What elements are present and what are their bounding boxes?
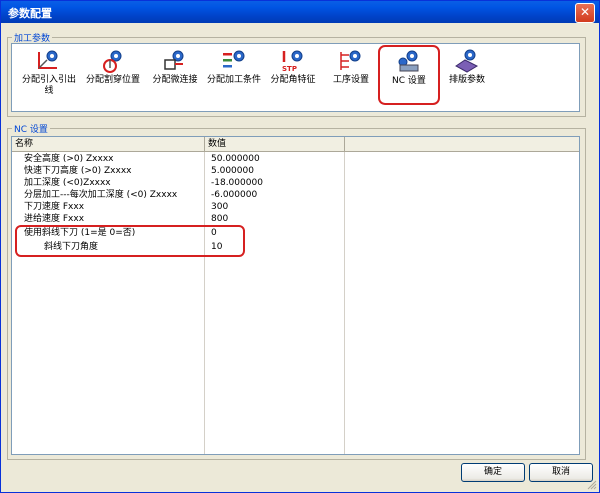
- tool-micro-joint[interactable]: 分配微连接: [146, 46, 204, 106]
- param-value[interactable]: 50.000000: [205, 153, 345, 165]
- table-row[interactable]: 加工深度 (<0)Zxxxx -18.000000: [12, 177, 579, 189]
- ok-button[interactable]: 确定: [461, 463, 525, 482]
- parameter-config-window: 参数配置 ✕ 加工参数 分配引入引出线 分配割穿位置 分配微连接 分配加工条件 …: [0, 0, 600, 493]
- table-row[interactable]: 进给速度 Fxxx 800: [12, 213, 579, 225]
- table-row[interactable]: 快速下刀高度 (>0) Zxxxx 5.000000: [12, 165, 579, 177]
- micro-joint-icon: [164, 50, 184, 70]
- tool-lead-in-out[interactable]: 分配引入引出线: [20, 46, 78, 106]
- cutting-condition-icon: [223, 50, 245, 68]
- column-header-name[interactable]: 名称: [12, 137, 205, 151]
- param-value[interactable]: 800: [205, 213, 345, 225]
- tool-label-process-setting: 工序设置: [332, 75, 369, 85]
- tool-label-micro-joint: 分配微连接: [152, 75, 198, 85]
- tool-nesting-parameter[interactable]: 排版参数: [438, 46, 496, 106]
- lead-in-out-icon: [38, 50, 58, 69]
- tool-label-corner-feature: 分配角特征: [270, 75, 316, 85]
- corner-feature-icon: STP: [282, 50, 303, 73]
- param-name: 安全高度 (>0) Zxxxx: [24, 154, 114, 164]
- param-value[interactable]: -18.000000: [205, 177, 345, 189]
- grid-header: 名称 数值: [12, 137, 579, 152]
- param-name: 下刀速度 Fxxx: [24, 202, 85, 212]
- tool-pierce-position[interactable]: 分配割穿位置: [84, 46, 142, 106]
- nc-settings-legend: NC 设置: [14, 125, 48, 135]
- window-title: 参数配置: [8, 7, 52, 20]
- table-row[interactable]: 下刀速度 Fxxx 300: [12, 201, 579, 213]
- column-header-value[interactable]: 数值: [205, 137, 345, 151]
- process-setting-icon: [340, 50, 361, 70]
- tool-label-nesting-parameter: 排版参数: [448, 75, 485, 85]
- param-value[interactable]: -6.000000: [205, 189, 345, 201]
- tool-process-setting[interactable]: 工序设置: [322, 46, 380, 106]
- tool-label-lead-in-out: 分配引入引出线: [21, 75, 76, 96]
- tool-label-pierce-position: 分配割穿位置: [85, 75, 140, 85]
- param-value[interactable]: 5.000000: [205, 165, 345, 177]
- nesting-parameter-icon: [455, 49, 479, 73]
- cancel-button[interactable]: 取消: [529, 463, 593, 482]
- svg-text:STP: STP: [282, 65, 297, 73]
- highlight-annotation: [15, 225, 245, 257]
- param-name: 快速下刀高度 (>0) Zxxxx: [24, 166, 132, 176]
- table-row[interactable]: 分层加工---每次加工深度 (<0) Zxxxx -6.000000: [12, 189, 579, 201]
- table-row[interactable]: 安全高度 (>0) Zxxxx 50.000000: [12, 153, 579, 165]
- param-value[interactable]: 300: [205, 201, 345, 213]
- tool-label-nc-setting: NC 设置: [392, 76, 426, 86]
- nc-setting-icon: [398, 50, 419, 72]
- pierce-position-icon: [103, 50, 122, 73]
- tool-label-cutting-condition: 分配加工条件: [206, 75, 261, 85]
- tool-cutting-condition[interactable]: 分配加工条件: [205, 46, 263, 106]
- processing-toolbar: 分配引入引出线 分配割穿位置 分配微连接 分配加工条件 STP 分配角特征 工序…: [11, 43, 580, 112]
- param-name: 分层加工---每次加工深度 (<0) Zxxxx: [24, 190, 178, 200]
- tool-nc-setting[interactable]: NC 设置: [378, 45, 440, 105]
- param-name: 加工深度 (<0)Zxxxx: [24, 178, 111, 188]
- close-button[interactable]: ✕: [575, 3, 595, 23]
- resize-grip-icon[interactable]: [587, 480, 597, 490]
- nc-parameter-grid[interactable]: 名称 数值 安全高度 (>0) Zxxxx 50.000000 快速下刀高度 (…: [11, 136, 580, 455]
- tool-corner-feature[interactable]: STP 分配角特征: [264, 46, 322, 106]
- title-bar[interactable]: 参数配置 ✕: [1, 1, 599, 23]
- param-name: 进给速度 Fxxx: [24, 214, 85, 224]
